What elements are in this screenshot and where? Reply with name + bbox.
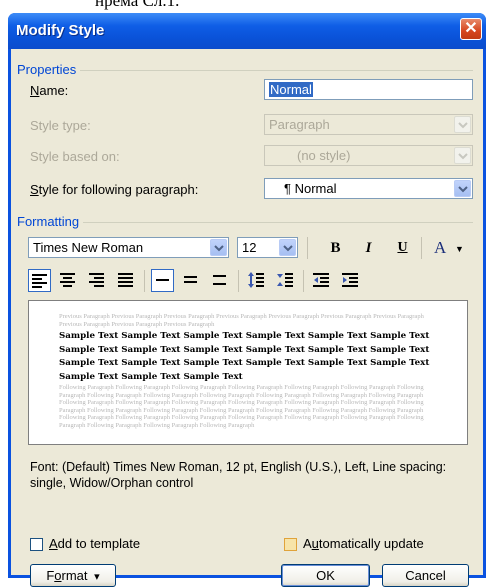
close-button[interactable]: ✕ [460, 18, 482, 40]
one-half-spacing-icon [184, 276, 197, 283]
toolbar-separator [421, 237, 422, 259]
chevron-down-icon [454, 147, 471, 164]
close-icon: ✕ [464, 20, 478, 37]
formatting-divider [17, 222, 473, 223]
add-to-template-checkbox[interactable] [30, 538, 43, 551]
increase-spacing-icon [248, 272, 264, 288]
decrease-spacing-icon [277, 273, 293, 287]
font-name-value: Times New Roman [33, 240, 144, 255]
properties-group-label: Properties [17, 62, 81, 77]
font-name-select[interactable]: Times New Roman [28, 237, 229, 258]
properties-divider [17, 70, 473, 71]
name-label: Name: [30, 83, 69, 98]
align-right-icon [89, 273, 104, 287]
style-following-value: ¶ Normal [284, 181, 337, 196]
preview-previous-paragraph: Previous Paragraph Previous Paragraph Pr… [59, 313, 424, 328]
add-to-template-label[interactable]: Add to template [49, 536, 140, 551]
style-based-on-label: Style based on: [30, 149, 120, 164]
font-color-icon: A [434, 238, 447, 257]
background-document-text: нрема Сл.1. [0, 0, 492, 14]
modify-style-dialog: Modify Style ✕ Properties Name: Normal S… [8, 13, 486, 587]
chevron-down-icon[interactable] [279, 239, 296, 256]
align-left-button[interactable] [28, 269, 51, 292]
ok-button[interactable]: OK [281, 564, 370, 587]
title-bar[interactable]: Modify Style ✕ [8, 13, 486, 49]
preview-sample-text: Sample Text Sample Text Sample Text Samp… [59, 331, 430, 382]
style-type-value: Paragraph [269, 117, 330, 132]
background-text: нрема Сл.1. [95, 0, 180, 10]
font-size-select[interactable]: 12 [237, 237, 298, 258]
increase-indent-icon [342, 273, 358, 287]
one-half-spacing-button[interactable] [180, 269, 203, 292]
style-based-on-select: (no style) [264, 145, 473, 166]
increase-indent-button[interactable] [339, 269, 362, 292]
formatting-group-label: Formatting [17, 214, 84, 229]
chevron-down-icon[interactable] [210, 239, 227, 256]
chevron-down-icon [454, 116, 471, 133]
dialog-client-area: Properties Name: Normal Style type: Para… [11, 49, 483, 587]
dialog-title: Modify Style [16, 22, 105, 39]
toolbar-separator [238, 270, 239, 292]
align-center-button[interactable] [57, 269, 80, 292]
style-following-label: Style for following paragraph: [30, 182, 199, 197]
single-spacing-icon [156, 279, 169, 281]
style-description: Font: (Default) Times New Roman, 12 pt, … [30, 460, 447, 490]
toolbar-separator [303, 270, 304, 292]
italic-button[interactable]: I [357, 237, 380, 260]
justify-button[interactable] [115, 269, 138, 292]
style-type-select: Paragraph [264, 114, 473, 135]
underline-button[interactable]: U [391, 237, 414, 260]
double-spacing-button[interactable] [209, 269, 232, 292]
dropdown-arrow-icon: ▾ [94, 571, 100, 583]
font-color-button[interactable]: A ▼ [429, 237, 465, 260]
toolbar-separator [144, 270, 145, 292]
decrease-indent-icon [313, 273, 329, 287]
name-value: Normal [269, 82, 313, 97]
name-input[interactable]: Normal [264, 79, 473, 100]
increase-paragraph-spacing-button[interactable] [245, 269, 268, 292]
chevron-down-icon[interactable] [454, 180, 471, 197]
align-left-icon [32, 274, 47, 288]
automatically-update-label[interactable]: Automatically update [303, 536, 424, 551]
align-right-button[interactable] [86, 269, 109, 292]
automatically-update-checkbox[interactable] [284, 538, 297, 551]
double-spacing-icon [213, 275, 226, 285]
style-based-on-value: (no style) [297, 148, 351, 163]
decrease-paragraph-spacing-button[interactable] [274, 269, 297, 292]
preview-following-paragraph: Following Paragraph Following Paragraph … [59, 384, 424, 429]
justify-icon [118, 273, 133, 287]
decrease-indent-button[interactable] [310, 269, 333, 292]
toolbar-separator [307, 237, 308, 259]
style-type-label: Style type: [30, 118, 91, 133]
single-spacing-button[interactable] [151, 269, 174, 292]
format-button[interactable]: Format ▾ [30, 564, 116, 587]
style-preview: Previous Paragraph Previous Paragraph Pr… [28, 300, 468, 445]
style-following-select[interactable]: ¶ Normal [264, 178, 473, 199]
bold-button[interactable]: B [324, 237, 347, 260]
align-center-icon [60, 273, 75, 287]
font-size-value: 12 [242, 240, 257, 255]
cancel-button[interactable]: Cancel [382, 564, 469, 587]
